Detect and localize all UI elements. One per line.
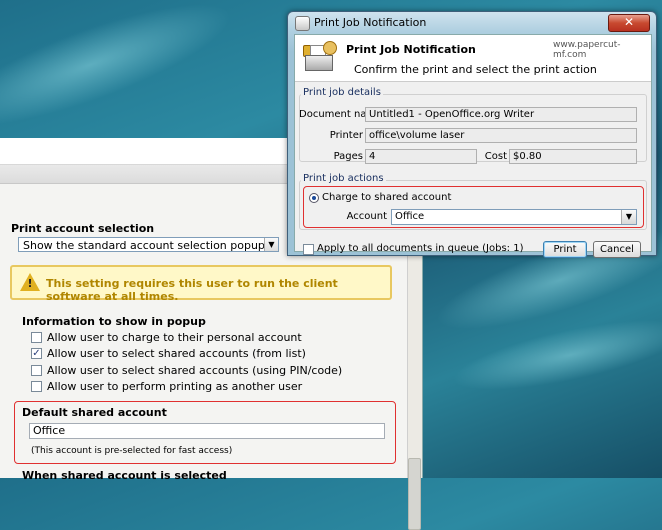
desktop-wallpaper-streak	[0, 0, 243, 150]
job-details-group-label: Print job details	[301, 87, 383, 98]
account-dropdown[interactable]: Office ▼	[391, 209, 637, 225]
default-shared-account-field[interactable]: Office	[29, 423, 385, 439]
dialog-titlebar[interactable]: Print Job Notification ✕	[288, 12, 656, 34]
papercut-url: www.papercut-mf.com	[553, 40, 621, 60]
dialog-header-title: Print Job Notification	[346, 43, 476, 56]
dialog-window-title: Print Job Notification	[314, 16, 427, 29]
print-as-another-user-checkbox[interactable]	[31, 381, 42, 392]
print-job-notification-dialog: Print Job Notification ✕ Print Job Notif…	[287, 11, 657, 258]
default-shared-account-note: (This account is pre-selected for fast a…	[31, 446, 233, 456]
select-shared-pin-label: Allow user to select shared accounts (us…	[47, 364, 343, 377]
apply-all-label: Apply to all documents in queue (Jobs: 1…	[317, 243, 524, 254]
print-as-another-user-label: Allow user to perform printing as anothe…	[47, 380, 303, 393]
select-shared-list-label: Allow user to select shared accounts (fr…	[47, 347, 306, 360]
charge-shared-account-label: Charge to shared account	[322, 192, 452, 203]
default-shared-account-heading: Default shared account	[22, 406, 167, 419]
printer-icon	[303, 41, 337, 73]
warning-icon-mark: !	[27, 277, 33, 290]
dialog-header: Print Job Notification www.papercut-mf.c…	[295, 35, 651, 82]
scrollbar-thumb[interactable]	[408, 458, 421, 530]
user-icon	[323, 41, 337, 55]
document-name-label: Document name	[299, 109, 383, 120]
account-selection-value: Show the standard account selection popu…	[23, 239, 265, 252]
shared-account-selected-heading: When shared account is selected	[22, 469, 227, 482]
account-label: Account	[346, 211, 387, 222]
popup-info-heading: Information to show in popup	[22, 315, 206, 328]
warning-text: This setting requires this user to run t…	[46, 277, 338, 303]
select-shared-pin-checkbox[interactable]	[31, 365, 42, 376]
dialog-header-subtitle: Confirm the print and select the print a…	[354, 63, 597, 76]
printer-field: office\volume laser	[365, 128, 637, 143]
select-shared-list-checkbox[interactable]: ✓	[31, 348, 42, 359]
chevron-down-icon[interactable]: ▼	[264, 238, 278, 251]
cost-label: Cost	[484, 151, 507, 162]
app-icon	[295, 16, 310, 31]
cancel-button[interactable]: Cancel	[593, 241, 641, 258]
charge-personal-checkbox[interactable]	[31, 332, 42, 343]
charge-personal-label: Allow user to charge to their personal a…	[47, 331, 302, 344]
printer-body-icon	[305, 55, 333, 71]
document-name-field: Untitled1 - OpenOffice.org Writer	[365, 107, 637, 122]
account-dropdown-value: Office	[395, 211, 425, 222]
chevron-down-icon[interactable]: ▼	[621, 210, 636, 224]
print-button[interactable]: Print	[543, 241, 587, 258]
cost-field: $0.80	[509, 149, 637, 164]
job-actions-group-label: Print job actions	[301, 173, 386, 184]
print-account-selection-heading: Print account selection	[11, 222, 155, 235]
client-software-warning: ! This setting requires this user to run…	[10, 265, 392, 303]
account-selection-dropdown[interactable]: Show the standard account selection popu…	[18, 237, 279, 252]
charge-shared-account-radio[interactable]	[309, 193, 319, 203]
pages-field: 4	[365, 149, 477, 164]
pages-label: Pages	[333, 151, 363, 162]
close-button[interactable]: ✕	[608, 14, 650, 32]
printer-label: Printer	[329, 130, 363, 141]
apply-all-checkbox[interactable]	[303, 244, 314, 255]
radio-selected-dot	[312, 196, 316, 200]
dialog-client-area: Print Job Notification www.papercut-mf.c…	[294, 34, 652, 258]
